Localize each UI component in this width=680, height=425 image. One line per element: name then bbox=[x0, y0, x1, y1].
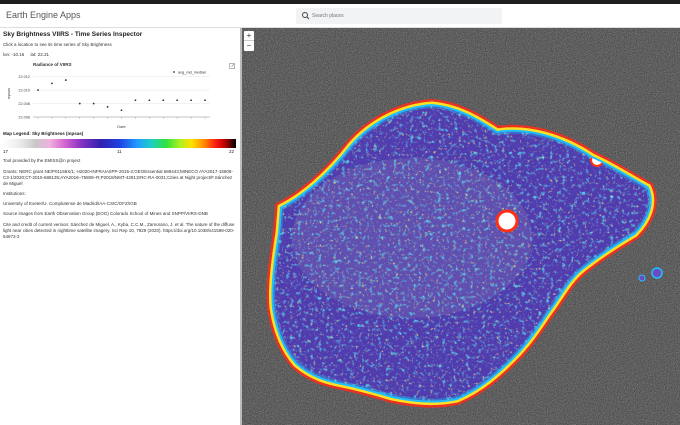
chart-data-point bbox=[78, 102, 81, 105]
chart-y-tick-label: 22.008 bbox=[18, 102, 30, 106]
chart-x-axis-label: Date bbox=[117, 124, 126, 129]
sky-brightness-map bbox=[242, 28, 680, 425]
chart-data-point bbox=[148, 99, 151, 102]
chart-data-point bbox=[92, 102, 95, 105]
legend-ticks: 17 11 22 bbox=[3, 149, 236, 155]
legend-mid: 11 bbox=[117, 149, 122, 154]
chart-data-point bbox=[204, 99, 206, 102]
credits-grants: Grants: NERC grant NE/P01156X/1; H2020-I… bbox=[3, 169, 233, 186]
chart-data-point bbox=[106, 106, 109, 108]
chart-data-point bbox=[134, 99, 137, 102]
lat-readout: lat: 22.31 bbox=[30, 52, 50, 57]
panel-title: Sky Brightness VIIRS - Time Series Inspe… bbox=[3, 31, 143, 38]
panel-subtitle: Click a location to see its time series … bbox=[3, 42, 112, 47]
chart-y-tick-label: 22.006 bbox=[18, 116, 30, 120]
chart-y-tick-label: 22.012 bbox=[18, 75, 30, 79]
coordinates-readout: lon: -10.16 lat: 22.31 bbox=[3, 52, 54, 57]
search-input[interactable] bbox=[312, 10, 498, 22]
chart-data-point bbox=[120, 109, 123, 112]
chart-data-point bbox=[176, 99, 179, 102]
time-series-chart[interactable]: Radiance of VIIRS 22.012 22.010 22.008 22.00… bbox=[0, 60, 240, 130]
legend-min: 17 bbox=[3, 149, 9, 154]
app-header: Earth Engine Apps bbox=[0, 4, 680, 28]
expand-chart-icon[interactable] bbox=[229, 63, 235, 69]
app-title: Earth Engine Apps bbox=[6, 10, 81, 20]
chart-title: Radiance of VIIRS bbox=[33, 62, 72, 67]
chart-y-tick-label: 22.010 bbox=[18, 89, 30, 93]
credits-institutions-list: University of Exeter/U. Complutense de M… bbox=[3, 201, 137, 206]
chart-data-point bbox=[190, 99, 192, 102]
zoom-in-button[interactable]: + bbox=[244, 31, 254, 41]
chart-svg: Radiance of VIIRS 22.012 22.010 22.008 22.00… bbox=[7, 62, 210, 129]
credits-cite: Cite and credit of current version: Sánc… bbox=[3, 222, 235, 239]
chart-data-point bbox=[162, 99, 165, 102]
map-view[interactable] bbox=[242, 28, 680, 425]
zoom-control: + − bbox=[244, 31, 254, 51]
legend-gradient bbox=[3, 139, 236, 148]
zoom-out-button[interactable]: − bbox=[244, 41, 254, 51]
chart-data-point bbox=[51, 82, 53, 85]
lon-readout: lon: -10.16 bbox=[3, 52, 25, 57]
legend-title: Map Legend: Sky Brightness (mpsas) bbox=[3, 131, 84, 136]
credits-source: Source images from Earth Observation Gro… bbox=[3, 211, 208, 216]
search-box[interactable] bbox=[296, 8, 502, 24]
chart-legend-label: avg_rad_median bbox=[178, 71, 206, 75]
inspector-panel: Sky Brightness VIIRS - Time Series Inspe… bbox=[0, 28, 240, 425]
search-icon bbox=[302, 12, 310, 20]
chart-y-axis-label: mpsas bbox=[7, 88, 11, 99]
credits-tool: Tool provided by the EMISS@n project bbox=[3, 158, 81, 163]
credits-institutions: Institutions: bbox=[3, 191, 26, 196]
chart-data-point bbox=[37, 89, 39, 92]
legend-max: 22 bbox=[229, 149, 235, 154]
chart-data-point bbox=[64, 79, 67, 81]
chart-legend-marker bbox=[173, 71, 175, 73]
